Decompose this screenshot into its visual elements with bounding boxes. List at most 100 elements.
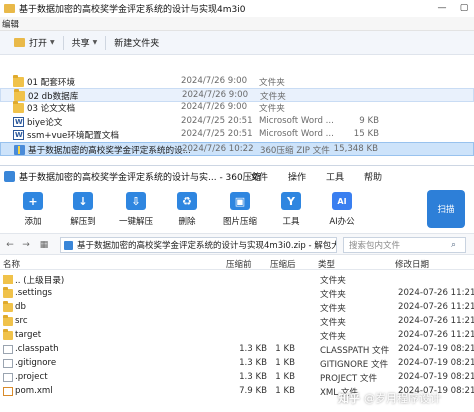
- row-size: 1.3 KB: [239, 372, 267, 382]
- new-folder-button[interactable]: 新建文件夹: [108, 33, 165, 53]
- row-type: 文件夹: [320, 276, 346, 286]
- row-size: 7.9 KB: [239, 386, 267, 396]
- explorer-menu-bar: 编辑: [0, 17, 474, 31]
- forward-icon[interactable]: →: [20, 239, 32, 251]
- column-size[interactable]: 压缩前: [226, 258, 252, 270]
- menu-operation[interactable]: 操作: [288, 170, 306, 183]
- menu-help[interactable]: 帮助: [364, 170, 382, 183]
- column-packed[interactable]: 压缩后: [270, 258, 296, 270]
- row-name: .. (上级目录): [15, 276, 65, 286]
- file-name: 基于数据加密的高校奖学金评定系统的设...: [28, 146, 191, 156]
- zip-ribbon-toolbar: + 添加 ↓ 解压到 ⇩ 一键解压 ♻ 删除 ▣ 图片压缩 Y 工具 AI AI…: [0, 187, 474, 232]
- toolbar-divider: [105, 35, 107, 50]
- archive-path-field[interactable]: 基于数据加密的高校奖学金评定系统的设计与实现4m3i0.zip - 解包大 ∨: [60, 237, 337, 253]
- file-row[interactable]: ssm+vue环境配置文档 2024/7/25 20:51 Microsoft …: [0, 128, 474, 142]
- open-label: 打开: [29, 39, 48, 49]
- archive-path-text: 基于数据加密的高校奖学金评定系统的设计与实现4m3i0.zip - 解包大: [77, 241, 337, 251]
- file-row-selected[interactable]: 基于数据加密的高校奖学金评定系统的设... 2024/7/26 10:22 36…: [0, 142, 474, 156]
- add-button[interactable]: + 添加: [9, 192, 57, 227]
- menu-tools[interactable]: 工具: [326, 170, 344, 183]
- archive-search-input[interactable]: 搜索包内文件 ⌕: [343, 237, 466, 253]
- image-compress-button[interactable]: ▣ 图片压缩: [216, 192, 264, 227]
- table-row[interactable]: db 文件夹 2024-07-26 11:21: [0, 301, 474, 314]
- word-doc-icon: [13, 130, 24, 140]
- watermark: 知乎 @岁月程序设计: [338, 385, 474, 411]
- one-click-extract-button[interactable]: ⇩ 一键解压: [112, 192, 160, 227]
- table-row[interactable]: .project 1.3 KB 1 KB PROJECT 文件 2024-07-…: [0, 371, 474, 384]
- maximize-icon[interactable]: ▢: [458, 2, 470, 14]
- file-row[interactable]: 01 配套环境 2024/7/26 9:00 文件夹: [0, 75, 474, 89]
- search-icon[interactable]: ⌕: [451, 240, 461, 250]
- scan-label: 扫描: [437, 205, 455, 215]
- row-date: 2024-07-26 11:21: [398, 316, 474, 326]
- watermark-site: 知乎: [338, 392, 360, 405]
- parent-folder-icon: [3, 275, 13, 284]
- table-row[interactable]: .settings 文件夹 2024-07-26 11:21: [0, 287, 474, 300]
- table-row[interactable]: .classpath 1.3 KB 1 KB CLASSPATH 文件 2024…: [0, 343, 474, 356]
- file-size: 9 KB: [359, 116, 379, 126]
- row-name: .gitignore: [15, 358, 57, 368]
- row-date: 2024-07-26 11:21: [398, 302, 474, 312]
- row-type: PROJECT 文件: [320, 374, 378, 384]
- row-date: 2024-07-19 08:21: [398, 344, 474, 354]
- share-label: 共享: [71, 39, 90, 49]
- column-date[interactable]: 修改日期: [395, 258, 429, 270]
- xml-file-icon: [3, 387, 13, 396]
- file-explorer-window: 基于数据加密的高校奖学金评定系统的设计与实现4m3i0 — ▢ 编辑 打开 ▼ …: [0, 0, 474, 162]
- extract-to-button[interactable]: ↓ 解压到: [59, 192, 107, 227]
- row-type: GITIGNORE 文件: [320, 360, 389, 370]
- file-type: 文件夹: [259, 78, 285, 88]
- file-row[interactable]: 02 db数据库 2024/7/26 9:00 文件夹: [0, 88, 474, 102]
- row-date: 2024-07-19 08:21: [398, 372, 474, 382]
- word-doc-icon: [13, 117, 24, 127]
- add-label: 添加: [24, 217, 42, 227]
- file-date: 2024/7/25 20:51: [181, 116, 253, 126]
- menu-edit[interactable]: 编辑: [2, 18, 19, 30]
- open-button[interactable]: 打开 ▼: [8, 33, 61, 53]
- table-row[interactable]: src 文件夹 2024-07-26 11:21: [0, 315, 474, 328]
- table-row[interactable]: .. (上级目录) 文件夹: [0, 273, 474, 286]
- file-row[interactable]: 03 论文文档 2024/7/26 9:00 文件夹: [0, 101, 474, 115]
- zip-title-bar: 基于数据加密的高校奖学金评定系统的设计与实... - 360压缩 文件 操作 工…: [0, 166, 474, 187]
- file-size: 15 KB: [353, 129, 379, 139]
- row-date: 2024-07-19 08:21: [398, 358, 474, 368]
- row-name: pom.xml: [15, 386, 53, 396]
- row-name: db: [15, 302, 26, 312]
- row-name: .classpath: [15, 344, 59, 354]
- back-icon[interactable]: ←: [4, 239, 16, 251]
- share-button[interactable]: 共享 ▼: [66, 33, 104, 53]
- minimize-icon[interactable]: —: [436, 2, 448, 14]
- ai-office-button[interactable]: AI AI办公: [318, 192, 366, 227]
- chevron-down-icon: ▼: [50, 39, 55, 46]
- file-row[interactable]: biye论文 2024/7/25 20:51 Microsoft Word ..…: [0, 115, 474, 129]
- menu-file[interactable]: 文件: [250, 170, 268, 183]
- folder-icon: [4, 4, 15, 13]
- file-date: 2024/7/26 9:00: [182, 90, 249, 100]
- folder-icon: [3, 287, 13, 298]
- image-compress-icon: ▣: [230, 192, 250, 210]
- explorer-file-list: 01 配套环境 2024/7/26 9:00 文件夹 02 db数据库 2024…: [0, 56, 474, 162]
- row-packed: 1 KB: [275, 344, 295, 354]
- tools-button[interactable]: Y 工具: [267, 192, 315, 227]
- column-name[interactable]: 名称: [3, 258, 20, 270]
- file-date: 2024/7/25 20:51: [181, 129, 253, 139]
- one-click-extract-icon: ⇩: [126, 192, 146, 210]
- table-row[interactable]: .gitignore 1.3 KB 1 KB GITIGNORE 文件 2024…: [0, 357, 474, 370]
- file-date: 2024/7/26 10:22: [182, 144, 254, 154]
- file-name: biye论文: [27, 118, 63, 128]
- row-type: 文件夹: [320, 290, 346, 300]
- scan-button[interactable]: 扫描: [427, 190, 465, 228]
- zip-address-bar: ← → ▦ 基于数据加密的高校奖学金评定系统的设计与实现4m3i0.zip - …: [0, 233, 474, 255]
- column-type[interactable]: 类型: [318, 258, 335, 270]
- row-name: .project: [15, 372, 48, 382]
- grid-view-icon[interactable]: ▦: [38, 239, 50, 251]
- row-packed: 1 KB: [275, 386, 295, 396]
- delete-button[interactable]: ♻ 删除: [163, 192, 211, 227]
- folder-icon: [13, 75, 24, 87]
- row-size: 1.3 KB: [239, 344, 267, 354]
- row-type: 文件夹: [320, 332, 346, 342]
- zip-file-icon: [64, 240, 73, 250]
- explorer-title: 基于数据加密的高校奖学金评定系统的设计与实现4m3i0: [19, 5, 246, 15]
- watermark-author: @岁月程序设计: [364, 392, 441, 405]
- table-row[interactable]: target 文件夹 2024-07-26 11:21: [0, 329, 474, 342]
